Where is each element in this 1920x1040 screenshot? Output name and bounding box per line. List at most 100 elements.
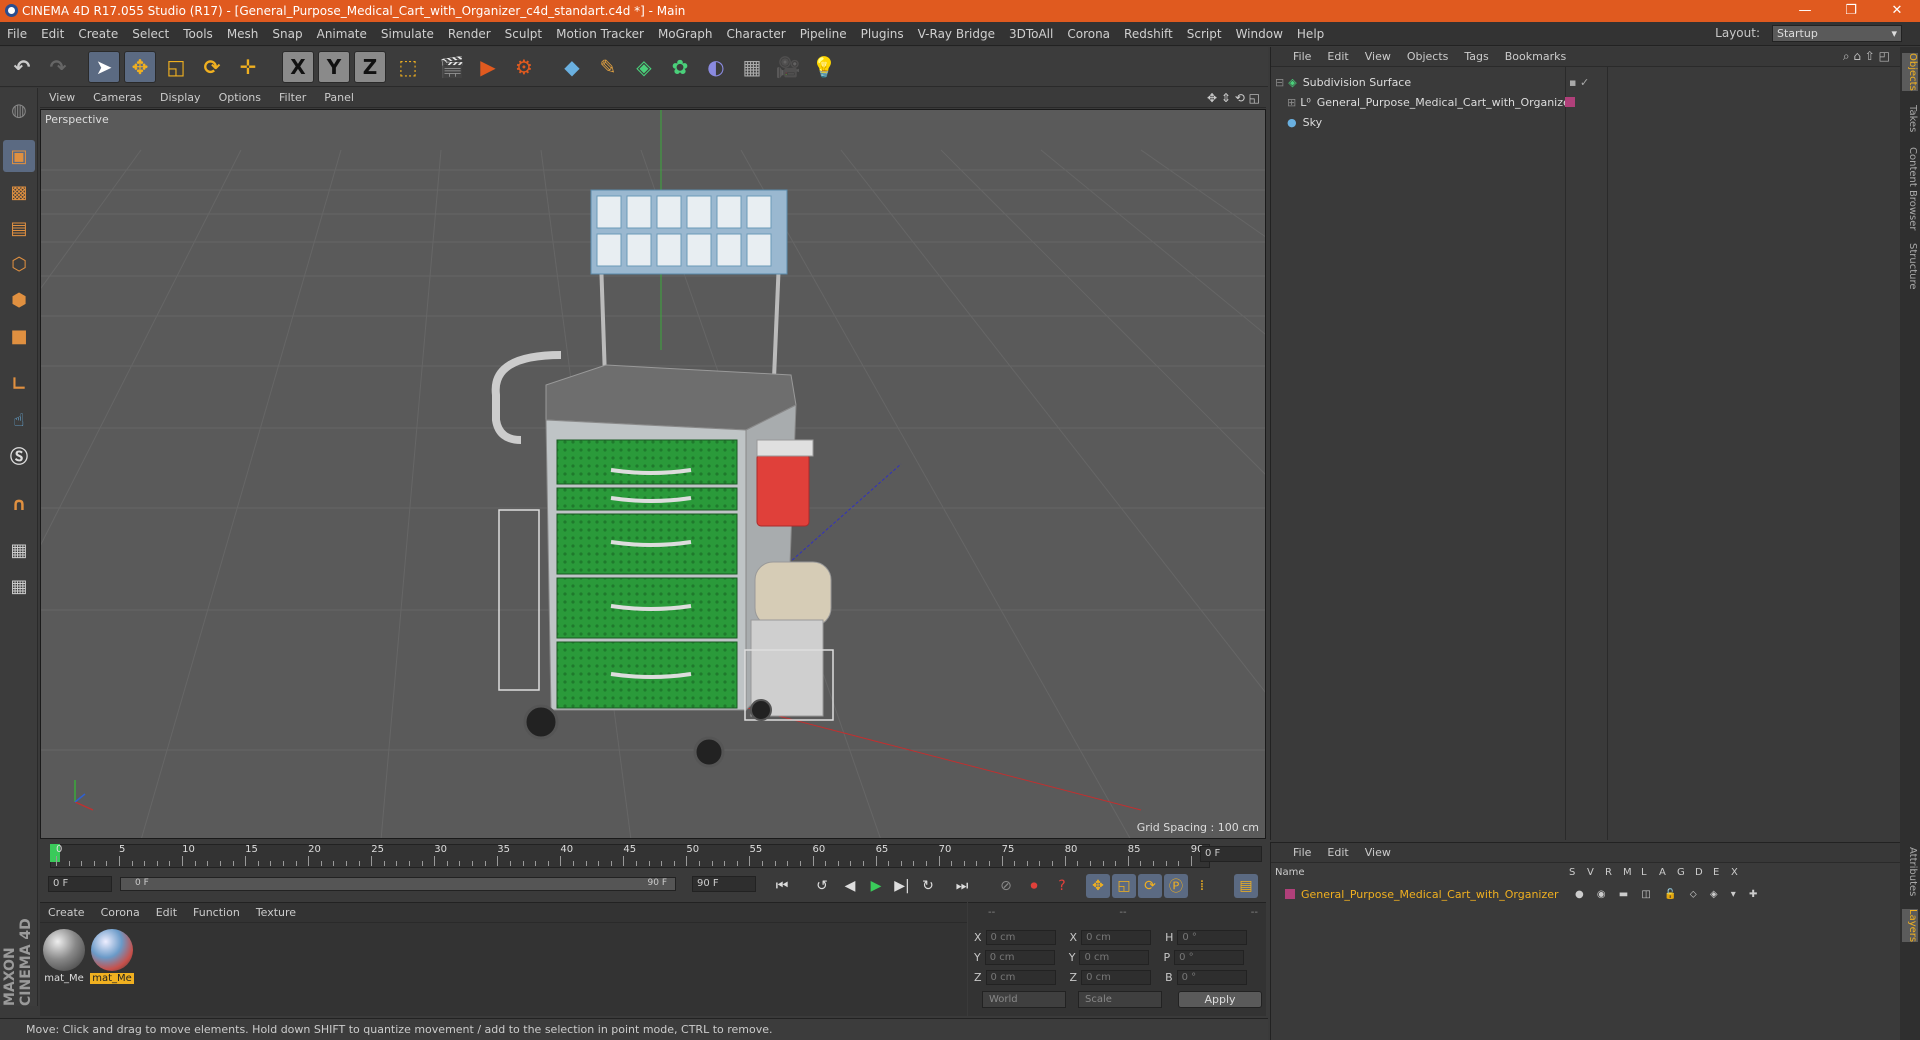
layers-menu-file[interactable]: File (1285, 846, 1319, 859)
y-axis-icon[interactable]: Y (318, 51, 350, 83)
size-y-field[interactable]: 0 cm (1079, 949, 1150, 965)
menu-corona[interactable]: Corona (1060, 27, 1117, 41)
autokey-icon[interactable]: ⏺ (1022, 874, 1046, 898)
key-pla-icon[interactable]: ⁞ (1190, 874, 1214, 898)
play-icon[interactable]: ▶ (864, 874, 888, 898)
key-scale-icon[interactable]: ◱ (1112, 874, 1136, 898)
previous-key-icon[interactable]: ↺ (810, 874, 834, 898)
menu-pipeline[interactable]: Pipeline (793, 27, 854, 41)
apply-button[interactable]: Apply (1178, 991, 1262, 1008)
menu-render[interactable]: Render (441, 27, 498, 41)
menu-vray-bridge[interactable]: V-Ray Bridge (911, 27, 1002, 41)
render-settings-icon[interactable]: ⚙ (508, 51, 540, 83)
workplane-icon[interactable]: ▤ (3, 212, 35, 244)
subdivision-icon[interactable]: ◈ (628, 51, 660, 83)
objects-menu-tags[interactable]: Tags (1456, 50, 1496, 63)
go-to-start-icon[interactable]: ⏮ (770, 874, 794, 898)
menu-redshift[interactable]: Redshift (1117, 27, 1180, 41)
menu-script[interactable]: Script (1180, 27, 1229, 41)
layers-menu-edit[interactable]: Edit (1319, 846, 1356, 859)
layer-row[interactable]: General_Purpose_Medical_Cart_with_Organi… (1285, 885, 1885, 903)
position-z-field[interactable]: 0 cm (985, 969, 1056, 985)
object-row[interactable]: ⊟ ◈ Subdivision Surface ▪ ✓ (1275, 73, 1875, 91)
model-mode-icon[interactable]: ▣ (3, 140, 35, 172)
x-axis-icon[interactable]: X (282, 51, 314, 83)
objects-menu-file[interactable]: File (1285, 50, 1319, 63)
menu-window[interactable]: Window (1229, 27, 1290, 41)
move-icon[interactable]: ✥ (124, 51, 156, 83)
menu-select[interactable]: Select (125, 27, 176, 41)
menu-help[interactable]: Help (1290, 27, 1331, 41)
start-frame-field[interactable]: 0 F (48, 876, 112, 892)
last-tool-icon[interactable]: ✛ (232, 51, 264, 83)
menu-tools[interactable]: Tools (176, 27, 220, 41)
menu-motion-tracker[interactable]: Motion Tracker (549, 27, 651, 41)
magnet-icon[interactable]: ∩ (3, 488, 35, 520)
coord-space-dropdown[interactable]: World (982, 991, 1066, 1008)
menu-create[interactable]: Create (71, 27, 125, 41)
snap-icon[interactable]: Ⓢ (3, 440, 35, 472)
tab-structure[interactable]: Structure (1902, 243, 1918, 290)
menu-mesh[interactable]: Mesh (220, 27, 266, 41)
objects-menu-edit[interactable]: Edit (1319, 50, 1356, 63)
menu-character[interactable]: Character (719, 27, 792, 41)
object-row[interactable]: ● Sky (1287, 113, 1877, 131)
key-rotation-icon[interactable]: ⟳ (1138, 874, 1162, 898)
timeline-layout-icon[interactable]: ▤ (1234, 874, 1258, 898)
render-view-icon[interactable]: 🎬 (436, 51, 468, 83)
end-frame-field[interactable]: 90 F (692, 876, 756, 892)
material-menu-corona[interactable]: Corona (93, 906, 148, 919)
position-y-field[interactable]: 0 cm (984, 949, 1055, 965)
viewport-menu-filter[interactable]: Filter (270, 91, 315, 104)
scale-icon[interactable]: ◱ (160, 51, 192, 83)
planar-workplane-icon[interactable]: ▦ (3, 570, 35, 602)
minimize-button[interactable]: — (1782, 0, 1828, 22)
menu-sculpt[interactable]: Sculpt (498, 27, 549, 41)
tab-attributes[interactable]: Attributes (1902, 847, 1918, 896)
go-to-end-icon[interactable]: ⏭ (950, 874, 974, 898)
material-menu-edit[interactable]: Edit (148, 906, 185, 919)
menu-file[interactable]: File (0, 27, 34, 41)
cube-icon[interactable]: ◆ (556, 51, 588, 83)
tweak-mode-icon[interactable]: ☝ (3, 404, 35, 436)
floor-icon[interactable]: ▦ (736, 51, 768, 83)
close-button[interactable]: ✕ (1874, 0, 1920, 22)
keyframe-selection-icon[interactable]: ? (1050, 874, 1074, 898)
layout-select[interactable]: Startup (1772, 25, 1902, 42)
edges-mode-icon[interactable]: ⬢ (3, 284, 35, 316)
viewport-menu-cameras[interactable]: Cameras (84, 91, 151, 104)
objects-menu-view[interactable]: View (1357, 50, 1399, 63)
objects-menu-bookmarks[interactable]: Bookmarks (1497, 50, 1574, 63)
coord-scale-dropdown[interactable]: Scale (1078, 991, 1162, 1008)
tab-content-browser[interactable]: Content Browser (1902, 147, 1918, 230)
viewport-nav-icons[interactable]: ✥ ⇕ ⟲ ◱ (1207, 91, 1260, 105)
layers-menu-view[interactable]: View (1357, 846, 1399, 859)
object-row[interactable]: ⊞ L⁰ General_Purpose_Medical_Cart_with_O… (1287, 93, 1877, 111)
menu-animate[interactable]: Animate (310, 27, 374, 41)
previous-frame-icon[interactable]: ◀ (838, 874, 862, 898)
key-position-icon[interactable]: ✥ (1086, 874, 1110, 898)
light-icon[interactable]: 💡 (808, 51, 840, 83)
texture-mode-icon[interactable]: ▩ (3, 176, 35, 208)
viewport-menu-panel[interactable]: Panel (315, 91, 363, 104)
camera-icon[interactable]: 🎥 (772, 51, 804, 83)
next-key-icon[interactable]: ↻ (916, 874, 940, 898)
material-menu-function[interactable]: Function (185, 906, 248, 919)
viewport-menu-view[interactable]: View (40, 91, 84, 104)
material-menu-texture[interactable]: Texture (248, 906, 304, 919)
record-keys-icon[interactable]: ⊘ (994, 874, 1018, 898)
tab-objects[interactable]: Objects (1902, 53, 1918, 91)
visibility-toggle[interactable]: ▪ ✓ (1569, 76, 1589, 89)
array-icon[interactable]: ✿ (664, 51, 696, 83)
render-picture-viewer-icon[interactable]: ▶ (472, 51, 504, 83)
pen-icon[interactable]: ✎ (592, 51, 624, 83)
range-slider[interactable]: 0 F 90 F (120, 877, 676, 891)
menu-snap[interactable]: Snap (265, 27, 309, 41)
object-manager-nav-icons[interactable]: ⌕ ⌂ ⇧ ◰ (1843, 49, 1890, 64)
axis-mode-icon[interactable]: ∟ (3, 368, 35, 400)
size-z-field[interactable]: 0 cm (1081, 969, 1152, 985)
position-x-field[interactable]: 0 cm (985, 929, 1056, 945)
coord-system-icon[interactable]: ⬚ (392, 51, 424, 83)
current-frame-field[interactable]: 0 F (1200, 846, 1262, 862)
material-menu-create[interactable]: Create (40, 906, 93, 919)
